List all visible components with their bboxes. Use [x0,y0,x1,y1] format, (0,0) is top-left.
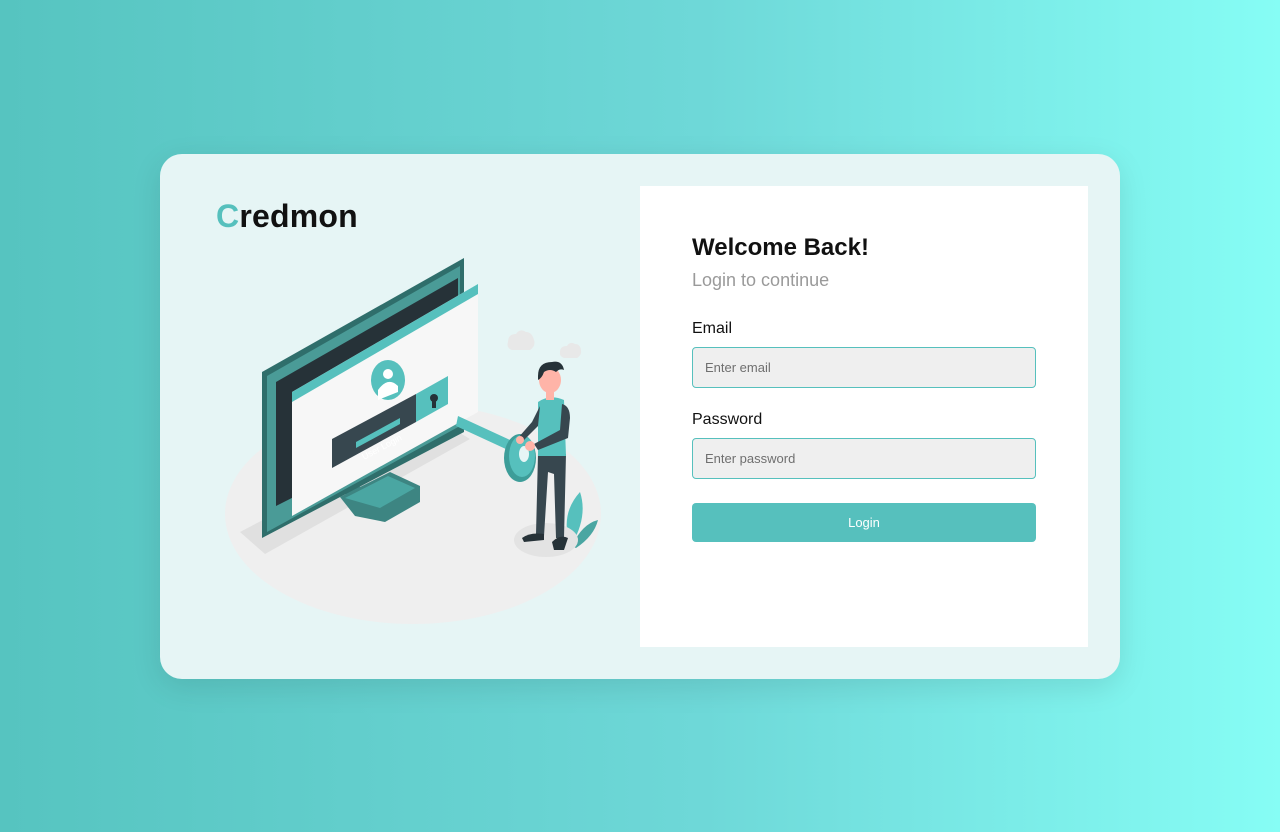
login-button[interactable]: Login [692,503,1036,542]
password-field[interactable] [692,438,1036,479]
login-illustration: User Login [225,258,601,624]
login-form-panel: Welcome Back! Login to continue Email Pa… [640,186,1088,647]
page-subtitle: Login to continue [692,270,830,290]
email-label: Email [692,320,733,337]
brand-name: redmon [239,198,358,234]
password-label: Password [692,411,763,428]
cloud-icon [559,342,582,358]
login-card: Credmon User Login Welcome Back! Login t… [160,154,1120,679]
brand-logo: Credmon [216,198,358,235]
brand-first-letter: C [216,198,240,234]
email-field[interactable] [692,347,1036,388]
cloud-icon [507,330,535,350]
page-title: Welcome Back! [692,234,869,261]
